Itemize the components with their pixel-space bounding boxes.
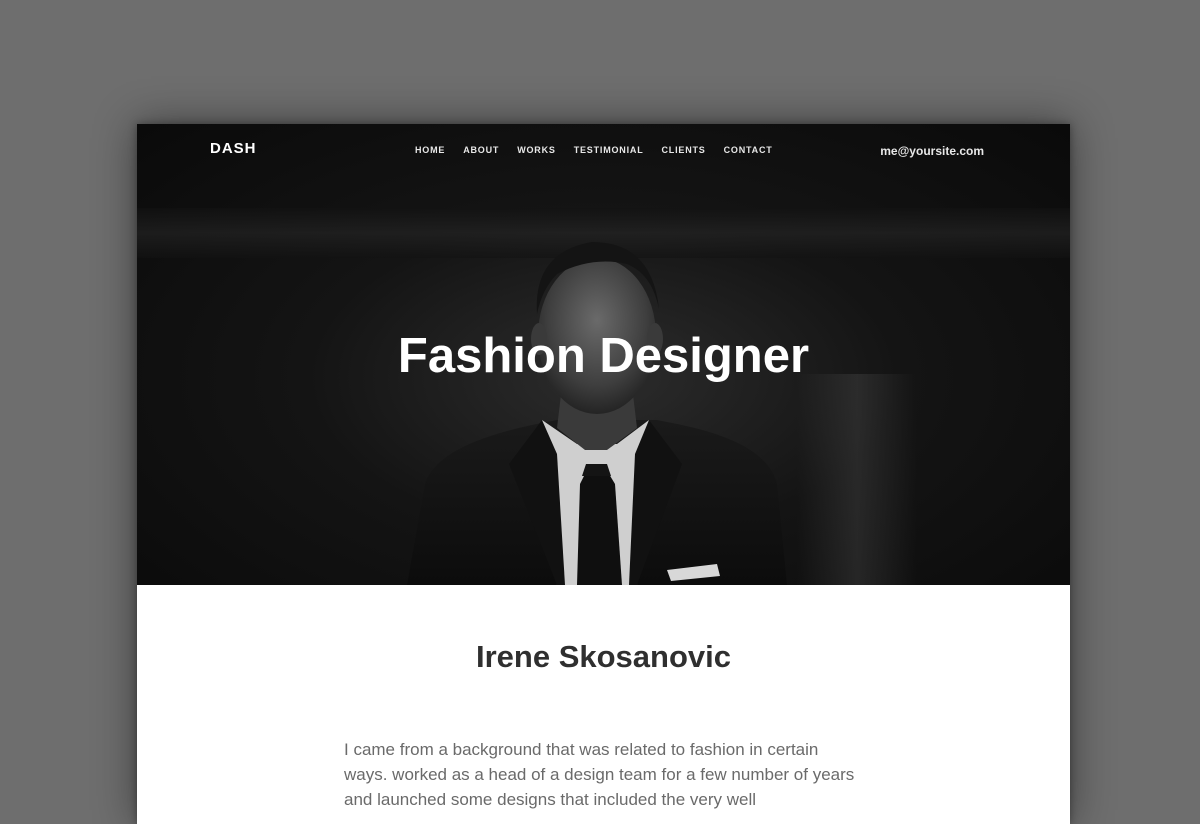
nav-clients-link[interactable]: CLIENTS bbox=[662, 145, 706, 155]
website-preview: DASH HOME ABOUT WORKS TESTIMONIAL CLIENT… bbox=[137, 124, 1070, 824]
profile-name: Irene Skosanovic bbox=[475, 639, 731, 674]
site-logo[interactable]: DASH bbox=[210, 140, 257, 157]
nav-menu: HOME ABOUT WORKS TESTIMONIAL CLIENTS CON… bbox=[415, 145, 791, 155]
nav-home-link[interactable]: HOME bbox=[415, 145, 445, 155]
hero-title: Fashion Designer bbox=[397, 329, 810, 383]
profile-bio: I came from a background that was relate… bbox=[344, 740, 855, 809]
nav-works-link[interactable]: WORKS bbox=[517, 145, 556, 155]
nav-testimonial-link[interactable]: TESTIMONIAL bbox=[574, 145, 644, 155]
nav-about-link[interactable]: ABOUT bbox=[463, 145, 499, 155]
nav-contact-link[interactable]: CONTACT bbox=[724, 145, 773, 155]
hero-section: DASH HOME ABOUT WORKS TESTIMONIAL CLIENT… bbox=[137, 124, 1070, 585]
contact-email-link[interactable]: me@yoursite.com bbox=[880, 144, 984, 158]
top-navigation: DASH HOME ABOUT WORKS TESTIMONIAL CLIENT… bbox=[137, 124, 1070, 180]
